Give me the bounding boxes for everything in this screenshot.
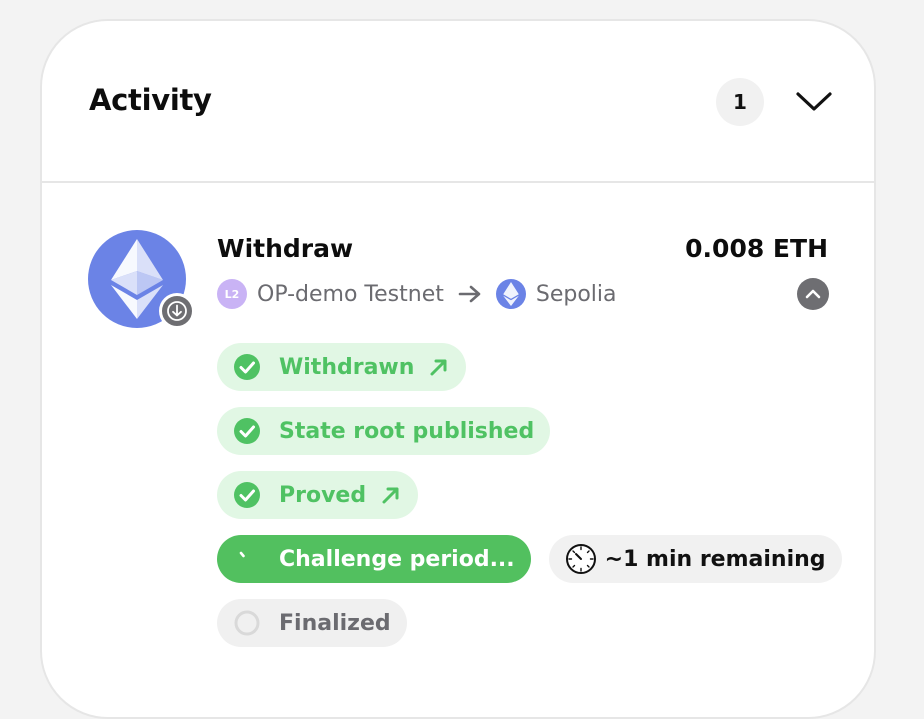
check-circle-icon xyxy=(233,353,261,381)
arrow-down-icon xyxy=(167,301,187,321)
to-chain-name: Sepolia xyxy=(535,281,617,307)
step-state-root-published: State root published xyxy=(217,407,551,455)
step-challenge-period: Challenge period... ~1 min remaining xyxy=(217,535,842,583)
header-divider xyxy=(42,181,874,183)
collapse-button[interactable] xyxy=(794,87,834,117)
empty-circle-icon xyxy=(233,609,261,637)
time-remaining-badge: ~1 min remaining xyxy=(548,535,842,583)
status-pill: Finalized xyxy=(217,599,407,647)
arrow-right-icon xyxy=(458,284,482,304)
step-finalized: Finalized xyxy=(217,599,407,647)
transaction-type: Withdraw xyxy=(217,234,354,263)
status-pill: Challenge period... xyxy=(217,535,531,583)
activity-card: Activity 1 Withdraw 0.008 ETH L2 OP-demo… xyxy=(40,19,876,719)
l2-chain-icon: L2 xyxy=(217,279,247,309)
step-label: Proved xyxy=(279,482,367,508)
toggle-details-button[interactable] xyxy=(797,278,829,310)
step-label: Finalized xyxy=(279,610,391,636)
transaction-route: L2 OP-demo Testnet Sepolia xyxy=(217,278,617,310)
panel-title: Activity xyxy=(89,83,212,117)
status-pill: State root published xyxy=(217,407,551,455)
check-circle-icon xyxy=(233,481,261,509)
status-pill: Withdrawn xyxy=(217,343,467,391)
step-label: Challenge period... xyxy=(279,546,515,572)
external-link-icon[interactable] xyxy=(380,484,402,506)
from-chain-name: OP-demo Testnet xyxy=(257,281,444,307)
activity-header: Activity 1 xyxy=(42,21,874,182)
ethereum-icon xyxy=(495,279,526,309)
step-withdrawn: Withdrawn xyxy=(217,343,467,391)
loading-spinner-icon xyxy=(233,545,261,573)
clock-icon xyxy=(565,543,597,575)
step-proved: Proved xyxy=(217,471,419,519)
chevron-up-icon xyxy=(805,289,821,299)
chevron-down-icon xyxy=(796,92,832,111)
activity-count-badge: 1 xyxy=(716,78,764,126)
time-remaining-text: ~1 min remaining xyxy=(604,546,826,572)
step-label: Withdrawn xyxy=(279,354,415,380)
check-circle-icon xyxy=(233,417,261,445)
withdraw-direction-badge xyxy=(159,293,195,329)
status-pill: Proved xyxy=(217,471,419,519)
transaction-amount: 0.008 ETH xyxy=(685,234,828,263)
ethereum-icon xyxy=(111,239,163,319)
external-link-icon[interactable] xyxy=(428,356,450,378)
step-label: State root published xyxy=(279,418,535,444)
